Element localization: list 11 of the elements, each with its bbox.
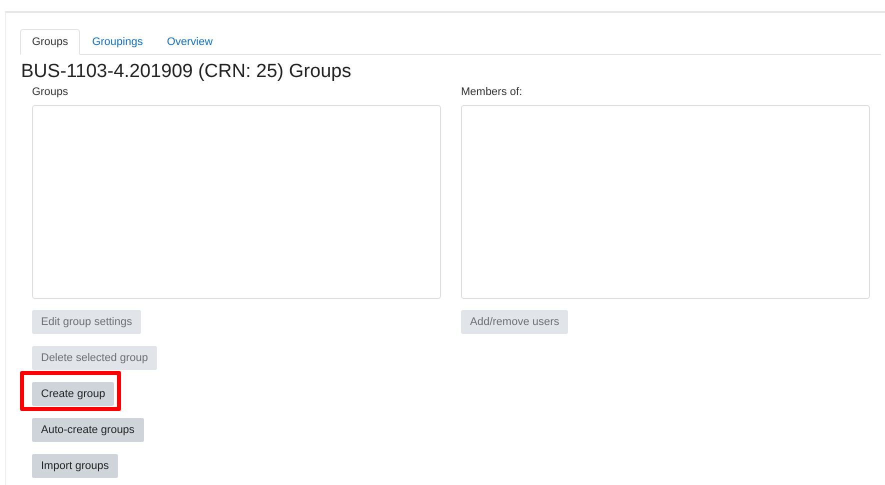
tab[interactable]: Groupings xyxy=(80,29,155,54)
list-label: Members of: xyxy=(461,86,522,98)
list-box[interactable] xyxy=(461,105,870,299)
action-button[interactable]: Import groups xyxy=(32,454,118,478)
action-button[interactable]: Auto-create groups xyxy=(32,418,144,442)
tab[interactable]: Groups xyxy=(20,29,80,55)
tab[interactable]: Overview xyxy=(154,29,225,54)
action-button[interactable]: Create group xyxy=(32,382,114,406)
list-label: Groups xyxy=(32,86,68,98)
page-heading: BUS-1103-4.201909 (CRN: 25) Groups xyxy=(21,61,352,83)
list-box[interactable] xyxy=(32,105,441,299)
